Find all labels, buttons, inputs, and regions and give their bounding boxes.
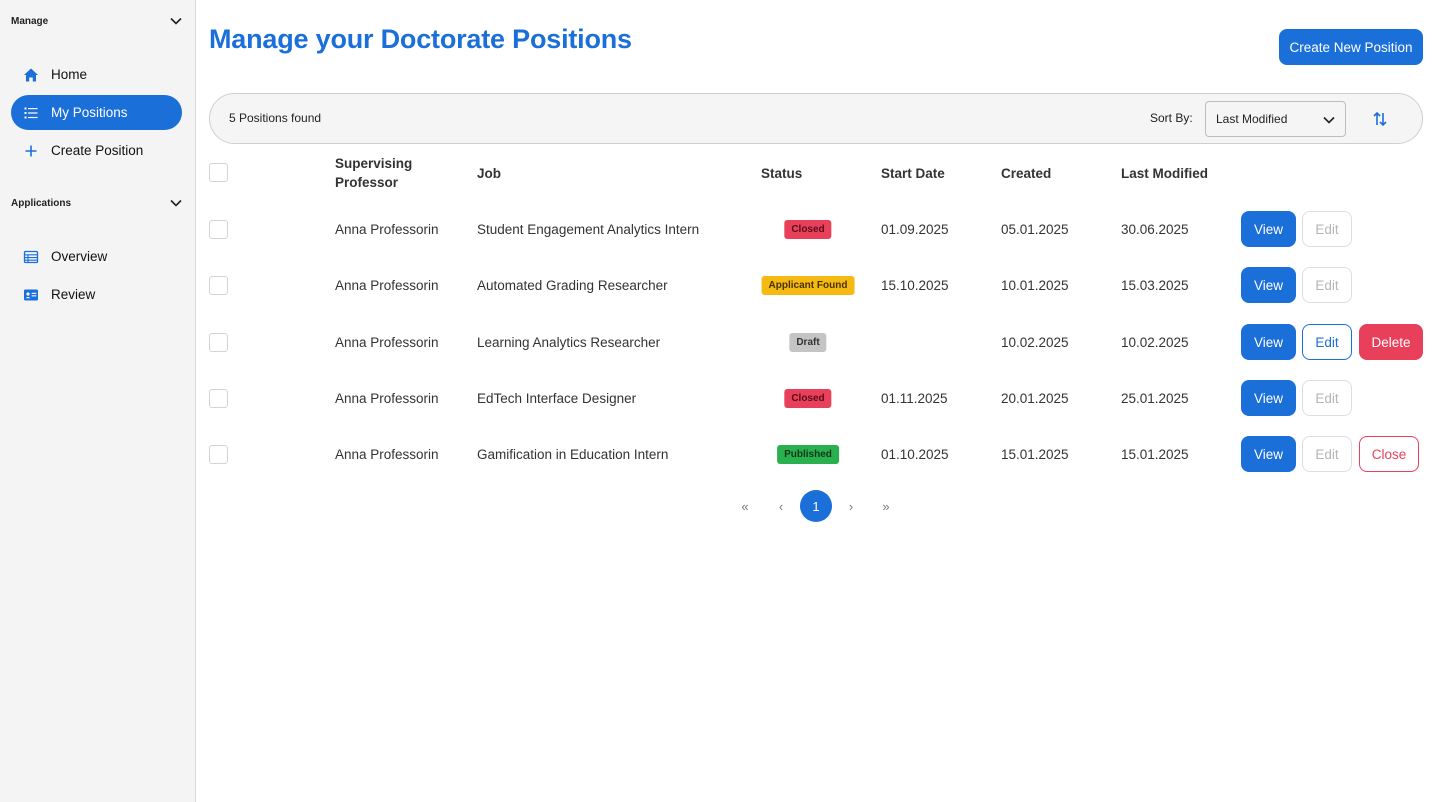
modified-cell: 30.06.2025 (1121, 222, 1189, 237)
select-all-checkbox[interactable] (209, 163, 228, 182)
row-checkbox[interactable] (209, 389, 228, 408)
status-badge: Applicant Found (761, 276, 855, 295)
first-page-button[interactable]: « (734, 490, 756, 522)
applications-section-label: Applications (11, 197, 72, 209)
page-title: Manage your Doctorate Positions (209, 24, 632, 54)
view-button[interactable]: View (1241, 324, 1296, 360)
column-header-start-date[interactable]: Start Date (881, 164, 945, 183)
status-badge: Closed (784, 389, 832, 408)
modified-cell: 25.01.2025 (1121, 391, 1189, 406)
close-position-button[interactable]: Close (1359, 436, 1419, 472)
sidebar-item-label: Review (51, 287, 96, 302)
created-cell: 10.02.2025 (1001, 335, 1069, 350)
column-header-professor[interactable]: Supervising Professor (335, 154, 412, 192)
modified-cell: 15.03.2025 (1121, 278, 1189, 293)
last-page-button[interactable]: » (875, 490, 897, 522)
start-date-cell: 15.10.2025 (881, 278, 949, 293)
sort-select[interactable]: Last Modified (1205, 101, 1346, 137)
row-checkbox[interactable] (209, 276, 228, 295)
sidebar-item-label: Overview (51, 249, 108, 264)
job-cell: EdTech Interface Designer (477, 391, 637, 406)
created-cell: 05.01.2025 (1001, 222, 1069, 237)
professor-cell: Anna Professorin (335, 391, 439, 406)
status-badge: Closed (784, 220, 832, 239)
sidebar-item-review[interactable]: Review (11, 277, 182, 312)
sidebar-item-overview[interactable]: Overview (11, 239, 182, 274)
job-cell: Gamification in Education Intern (477, 447, 669, 462)
sort-label: Sort By: (1150, 111, 1193, 125)
sidebar-item-my-positions[interactable]: My Positions (11, 95, 182, 130)
results-count: 5 Positions found (229, 111, 322, 125)
edit-button[interactable]: Edit (1302, 211, 1352, 247)
view-button[interactable]: View (1241, 436, 1296, 472)
column-header-created[interactable]: Created (1001, 164, 1051, 183)
sidebar-item-create-position[interactable]: Create Position (11, 133, 182, 168)
sidebar-item-label: Home (51, 67, 88, 82)
job-cell: Learning Analytics Researcher (477, 335, 661, 350)
start-date-cell: 01.09.2025 (881, 222, 949, 237)
professor-cell: Anna Professorin (335, 447, 439, 462)
sort-select-value: Last Modified (1216, 112, 1288, 126)
view-button[interactable]: View (1241, 211, 1296, 247)
id-card-icon (23, 287, 39, 303)
professor-cell: Anna Professorin (335, 335, 439, 350)
manage-section-label: Manage (11, 15, 49, 27)
view-button[interactable]: View (1241, 267, 1296, 303)
modified-cell: 10.02.2025 (1121, 335, 1189, 350)
job-cell: Student Engagement Analytics Intern (477, 222, 700, 237)
applications-section-header[interactable]: Applications (11, 193, 183, 213)
row-checkbox[interactable] (209, 333, 228, 352)
created-cell: 15.01.2025 (1001, 447, 1069, 462)
modified-cell: 15.01.2025 (1121, 447, 1189, 462)
view-button[interactable]: View (1241, 380, 1296, 416)
sort-toggle-icon[interactable] (1370, 109, 1390, 129)
table-icon (23, 249, 39, 265)
edit-button[interactable]: Edit (1302, 267, 1352, 303)
column-header-status[interactable]: Status (761, 164, 802, 183)
column-header-last-modified[interactable]: Last Modified (1121, 164, 1208, 183)
edit-button[interactable]: Edit (1302, 436, 1352, 472)
sidebar-item-label: My Positions (51, 105, 128, 120)
edit-button[interactable]: Edit (1302, 324, 1352, 360)
start-date-cell: 01.10.2025 (881, 447, 949, 462)
list-icon (23, 105, 39, 121)
home-icon (23, 67, 39, 83)
create-new-position-button[interactable]: Create New Position (1279, 29, 1423, 65)
column-header-job[interactable]: Job (477, 164, 501, 183)
start-date-cell: 01.11.2025 (881, 391, 948, 406)
previous-page-button[interactable]: ‹ (770, 490, 792, 522)
job-cell: Automated Grading Researcher (477, 278, 668, 293)
edit-button[interactable]: Edit (1302, 380, 1352, 416)
delete-button[interactable]: Delete (1359, 324, 1423, 360)
row-checkbox[interactable] (209, 445, 228, 464)
chevron-down-icon (1323, 116, 1335, 124)
next-page-button[interactable]: › (840, 490, 862, 522)
current-page-button[interactable]: 1 (800, 490, 832, 522)
chevron-down-icon[interactable] (169, 14, 183, 28)
sidebar-item-label: Create Position (51, 143, 144, 158)
chevron-down-icon[interactable] (169, 196, 183, 210)
professor-cell: Anna Professorin (335, 278, 439, 293)
sidebar-item-home[interactable]: Home (11, 57, 182, 92)
professor-cell: Anna Professorin (335, 222, 439, 237)
status-badge: Published (777, 445, 839, 464)
plus-icon (23, 143, 39, 159)
created-cell: 10.01.2025 (1001, 278, 1069, 293)
sidebar: Manage Home My Positions Create Position… (0, 0, 196, 802)
created-cell: 20.01.2025 (1001, 391, 1069, 406)
manage-section-header[interactable]: Manage (11, 11, 183, 31)
row-checkbox[interactable] (209, 220, 228, 239)
positions-toolbar: 5 Positions found Sort By: Last Modified (209, 93, 1423, 144)
status-badge: Draft (789, 333, 827, 352)
